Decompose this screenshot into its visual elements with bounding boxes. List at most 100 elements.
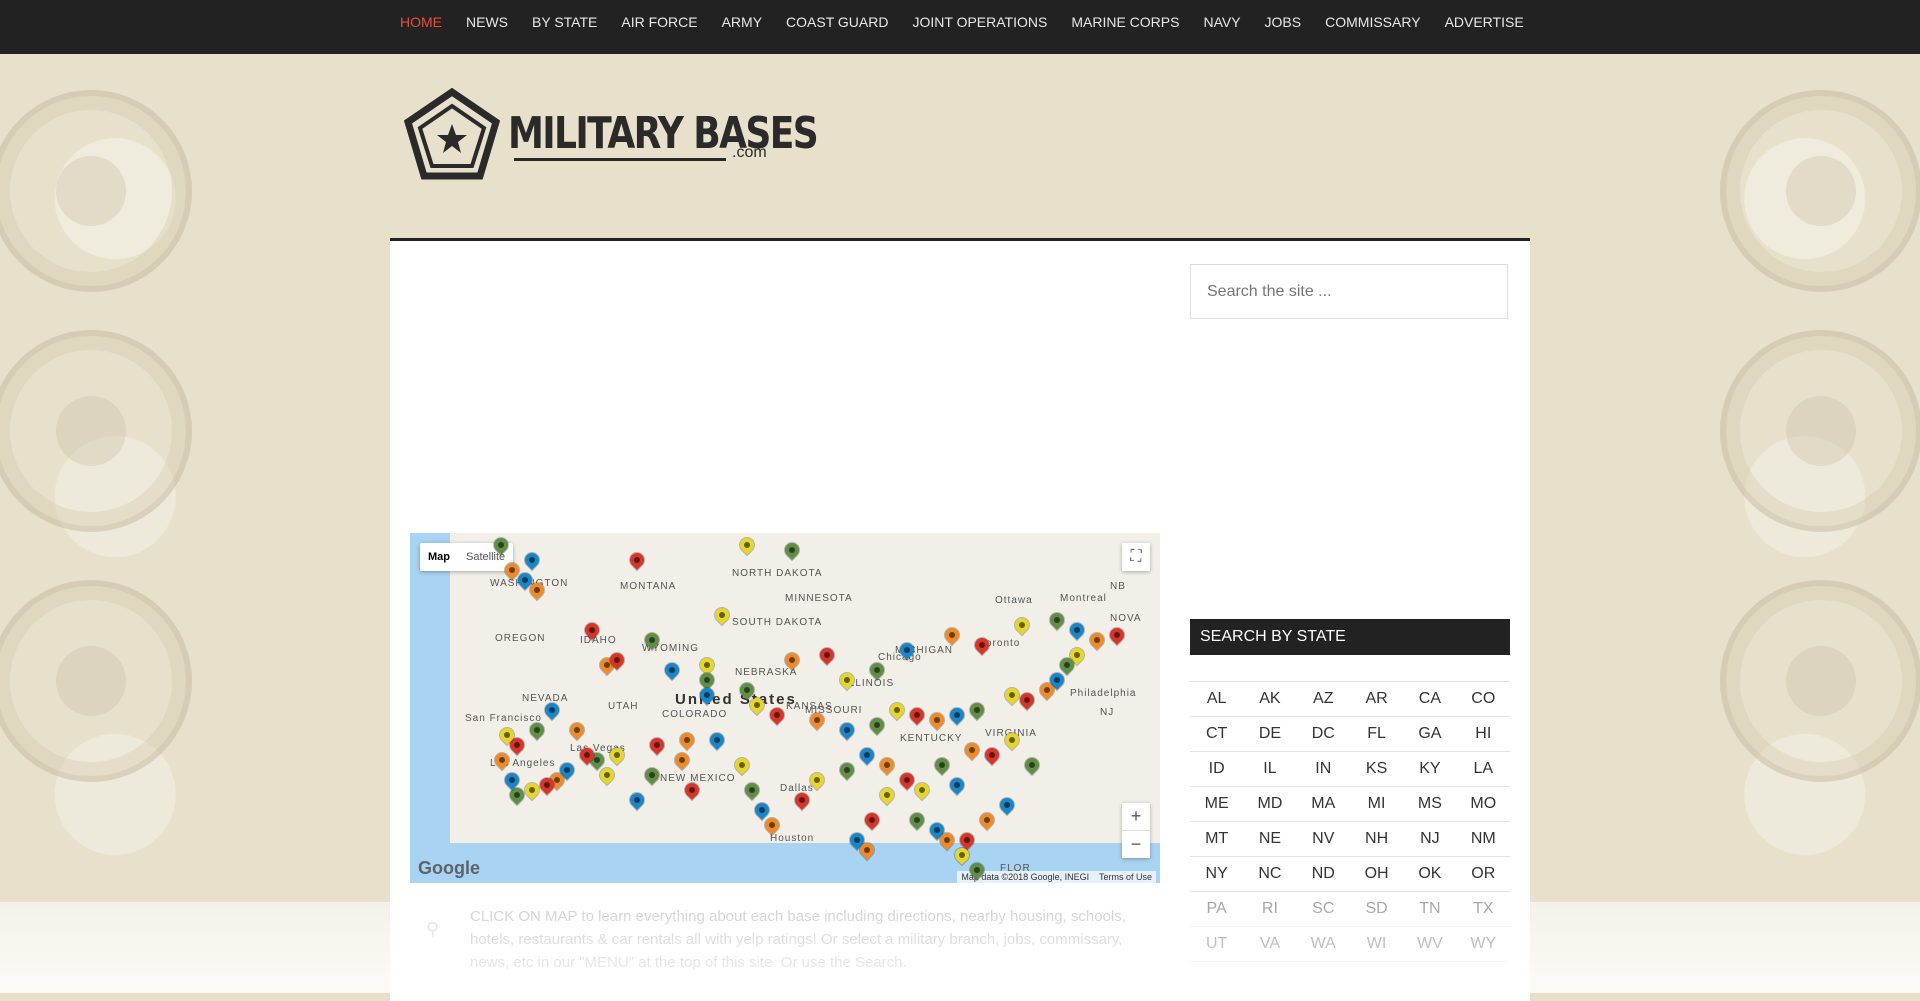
nav-list: HOME NEWS BY STATE AIR FORCE ARMY COAST GUARD…: [400, 0, 1548, 44]
state-link-md[interactable]: MD: [1243, 786, 1297, 822]
state-link-co[interactable]: CO: [1456, 681, 1510, 717]
state-link-ok[interactable]: OK: [1403, 856, 1457, 892]
state-link-nd[interactable]: ND: [1296, 856, 1350, 892]
map-attribution: Map data ©2018 Google, INEGI Terms of Us…: [957, 871, 1156, 883]
map-label: IDAHO: [580, 635, 617, 646]
map-label: NEBRASKA: [735, 667, 798, 678]
nav-item-by-state[interactable]: BY STATE: [532, 0, 597, 44]
state-link-ca[interactable]: CA: [1403, 681, 1457, 717]
nav-item-jobs[interactable]: JOBS: [1265, 0, 1302, 44]
map-label: SOUTH DAKOTA: [732, 617, 823, 628]
state-link-nc[interactable]: NC: [1243, 856, 1297, 892]
terms-link[interactable]: Terms of Use: [1099, 872, 1152, 882]
nav-item-marine-corps[interactable]: MARINE CORPS: [1071, 0, 1179, 44]
logo-wordmark: MILITARY BASES: [508, 108, 819, 159]
nav-item-navy[interactable]: NAVY: [1203, 0, 1240, 44]
state-link-in[interactable]: IN: [1296, 751, 1350, 787]
state-link-nh[interactable]: NH: [1349, 821, 1404, 857]
state-link-sd[interactable]: SD: [1349, 891, 1404, 927]
state-link-dc[interactable]: DC: [1296, 716, 1350, 752]
nav-item-home[interactable]: HOME: [400, 0, 442, 44]
base-marker-pin[interactable]: [952, 845, 972, 865]
state-link-va[interactable]: VA: [1243, 926, 1297, 962]
state-link-pa[interactable]: PA: [1190, 891, 1244, 927]
nav-item-air-force[interactable]: AIR FORCE: [621, 0, 697, 44]
state-link-ne[interactable]: NE: [1243, 821, 1297, 857]
state-link-il[interactable]: IL: [1243, 751, 1297, 787]
state-link-ar[interactable]: AR: [1349, 681, 1404, 717]
state-link-wi[interactable]: WI: [1349, 926, 1404, 962]
bases-map[interactable]: Map Satellite ⛶ + − Google Map data ©201…: [410, 533, 1160, 883]
site-logo[interactable]: MILITARY BASES .com: [404, 88, 885, 180]
nav-item-commissary[interactable]: COMMISSARY: [1325, 0, 1420, 44]
map-pin-icon: ⚲: [426, 919, 440, 939]
state-link-fl[interactable]: FL: [1349, 716, 1404, 752]
state-link-tn[interactable]: TN: [1403, 891, 1457, 927]
state-link-ma[interactable]: MA: [1296, 786, 1350, 822]
state-link-de[interactable]: DE: [1243, 716, 1297, 752]
map-label: OREGON: [495, 633, 546, 644]
state-link-wv[interactable]: WV: [1403, 926, 1457, 962]
fullscreen-icon[interactable]: ⛶: [1122, 543, 1150, 571]
state-link-al[interactable]: AL: [1190, 681, 1244, 717]
state-link-ms[interactable]: MS: [1403, 786, 1457, 822]
background-seal: [0, 90, 192, 292]
state-link-ut[interactable]: UT: [1190, 926, 1244, 962]
nav-item-joint-operations[interactable]: JOINT OPERATIONS: [912, 0, 1047, 44]
state-link-mt[interactable]: MT: [1190, 821, 1244, 857]
state-link-mi[interactable]: MI: [1349, 786, 1404, 822]
map-label: NOVA: [1110, 613, 1142, 624]
state-row: NY NC ND OH OK OR: [1190, 856, 1510, 892]
map-label: NJ: [1100, 707, 1115, 718]
state-link-ga[interactable]: GA: [1403, 716, 1457, 752]
background-seal: [0, 580, 192, 782]
nav-item-news[interactable]: NEWS: [466, 0, 508, 44]
state-link-az[interactable]: AZ: [1296, 681, 1350, 717]
state-link-id[interactable]: ID: [1190, 751, 1244, 787]
map-caption: ⚲ CLICK ON MAP to learn everything about…: [410, 905, 1160, 974]
zoom-out-button[interactable]: −: [1122, 831, 1150, 858]
state-row: PA RI SC SD TN TX: [1190, 891, 1510, 927]
state-link-oh[interactable]: OH: [1349, 856, 1404, 892]
state-link-ct[interactable]: CT: [1190, 716, 1244, 752]
state-link-sc[interactable]: SC: [1296, 891, 1350, 927]
state-link-ky[interactable]: KY: [1403, 751, 1457, 787]
background-seal: [1720, 580, 1920, 782]
caption-text: CLICK ON MAP to learn everything about e…: [470, 908, 1126, 971]
nav-item-advertise[interactable]: ADVERTISE: [1445, 0, 1524, 44]
state-link-me[interactable]: ME: [1190, 786, 1244, 822]
state-link-ks[interactable]: KS: [1349, 751, 1404, 787]
zoom-control: + −: [1122, 803, 1150, 858]
state-link-nj[interactable]: NJ: [1403, 821, 1457, 857]
map-label: FLOR: [1000, 863, 1031, 874]
state-link-hi[interactable]: HI: [1456, 716, 1510, 752]
map-label: NORTH DAKOTA: [732, 568, 823, 579]
map-label: Montreal: [1060, 593, 1107, 604]
pentagon-star-icon: [404, 88, 500, 180]
map-label: Philadelphia: [1070, 688, 1137, 699]
map-label: NEW MEXICO: [660, 773, 736, 784]
state-link-tx[interactable]: TX: [1456, 891, 1510, 927]
zoom-in-button[interactable]: +: [1122, 803, 1150, 831]
content-container: Map Satellite ⛶ + − Google Map data ©201…: [390, 238, 1530, 1001]
state-row: AL AK AZ AR CA CO: [1190, 681, 1510, 717]
state-link-la[interactable]: LA: [1456, 751, 1510, 787]
state-link-wa[interactable]: WA: [1296, 926, 1350, 962]
state-link-or[interactable]: OR: [1456, 856, 1510, 892]
state-link-ak[interactable]: AK: [1243, 681, 1297, 717]
state-grid: AL AK AZ AR CA CO CT DE DC FL GA HI ID IL IN KS KY LA ME MD…: [1190, 681, 1510, 962]
map-label: KENTUCKY: [900, 733, 963, 744]
map-type-map-button[interactable]: Map: [420, 543, 458, 571]
state-link-nm[interactable]: NM: [1456, 821, 1510, 857]
state-link-wy[interactable]: WY: [1456, 926, 1510, 962]
state-link-mo[interactable]: MO: [1456, 786, 1510, 822]
background-seal: [1720, 90, 1920, 292]
state-link-nv[interactable]: NV: [1296, 821, 1350, 857]
state-link-ri[interactable]: RI: [1243, 891, 1297, 927]
search-input[interactable]: [1190, 264, 1508, 319]
state-link-ny[interactable]: NY: [1190, 856, 1244, 892]
background-seal: [0, 330, 192, 532]
nav-item-coast-guard[interactable]: COAST GUARD: [786, 0, 888, 44]
map-label: NB: [1110, 581, 1126, 592]
nav-item-army[interactable]: ARMY: [722, 0, 762, 44]
